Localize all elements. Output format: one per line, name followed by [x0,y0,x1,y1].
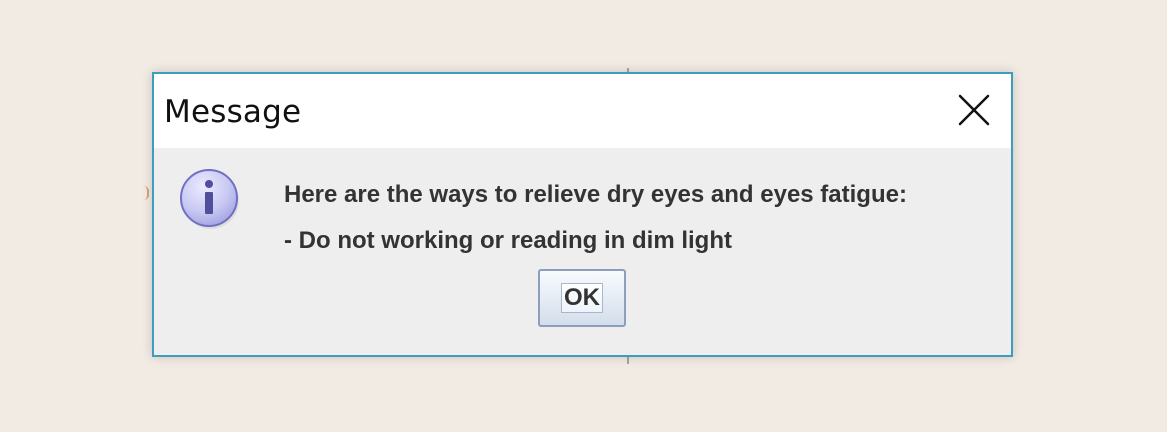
dialog-titlebar[interactable]: Message [154,74,1011,148]
info-icon [179,168,241,230]
dialog-title: Message [164,94,302,130]
ok-button[interactable]: OK [538,269,626,327]
dialog-message: Here are the ways to relieve dry eyes an… [284,172,907,264]
message-line: - Do not working or reading in dim light [284,227,732,254]
close-button[interactable] [957,93,991,127]
background-mark [144,186,149,200]
message-dialog: Message Here are the ways to relieve dry… [152,72,1013,357]
ok-label: OK [564,284,600,311]
close-icon [958,94,990,126]
message-line: Here are the ways to relieve dry eyes an… [284,181,907,208]
